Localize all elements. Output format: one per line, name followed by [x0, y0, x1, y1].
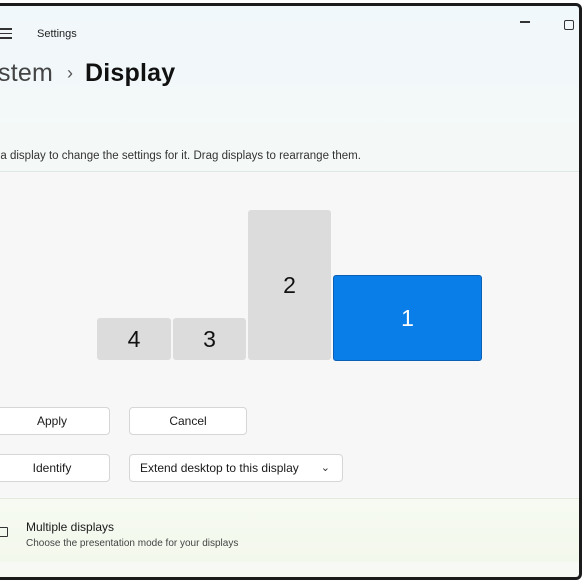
display-2-tile[interactable]: 2	[248, 210, 331, 360]
multiple-displays-subtitle: Choose the presentation mode for your di…	[26, 538, 239, 549]
chevron-right-icon: ›	[66, 62, 73, 83]
title-bar: Settings	[0, 6, 579, 40]
multiple-displays-title: Multiple displays	[26, 520, 115, 534]
maximize-icon[interactable]	[564, 20, 574, 30]
breadcrumb-parent-link[interactable]: stem	[0, 59, 53, 88]
display-1-tile[interactable]: 1	[333, 275, 482, 361]
chevron-down-icon: ⌄	[320, 462, 330, 474]
monitor-icon	[0, 527, 8, 537]
display-number: 4	[127, 325, 141, 352]
settings-window: Settings stem › Display t a display to c…	[0, 3, 582, 580]
display-mode-value: Extend desktop to this display	[140, 461, 299, 475]
display-4-tile[interactable]: 4	[97, 318, 171, 360]
display-arrangement-panel: 4 3 2 1 Apply Cancel Identify Extend des…	[0, 172, 579, 497]
menu-icon[interactable]	[0, 28, 14, 39]
apply-button[interactable]: Apply	[0, 407, 110, 435]
display-3-tile[interactable]: 3	[173, 318, 246, 360]
identify-button[interactable]: Identify	[0, 454, 110, 482]
display-number: 1	[401, 304, 414, 331]
chevron-down-icon[interactable]: ⌄	[578, 527, 579, 538]
display-number: 3	[203, 325, 216, 352]
display-mode-dropdown[interactable]: Extend desktop to this display ⌄	[129, 454, 343, 482]
page-title: Display	[84, 58, 176, 87]
breadcrumb: stem › Display	[0, 56, 175, 90]
display-number: 2	[283, 271, 296, 298]
minimize-icon[interactable]	[520, 21, 530, 23]
instruction-text: t a display to change the settings for i…	[0, 150, 361, 162]
multiple-displays-row[interactable]: Multiple displays Choose the presentatio…	[0, 498, 579, 562]
app-title: Settings	[37, 28, 77, 40]
instruction-bar: t a display to change the settings for i…	[0, 144, 579, 172]
cancel-button[interactable]: Cancel	[129, 407, 247, 435]
